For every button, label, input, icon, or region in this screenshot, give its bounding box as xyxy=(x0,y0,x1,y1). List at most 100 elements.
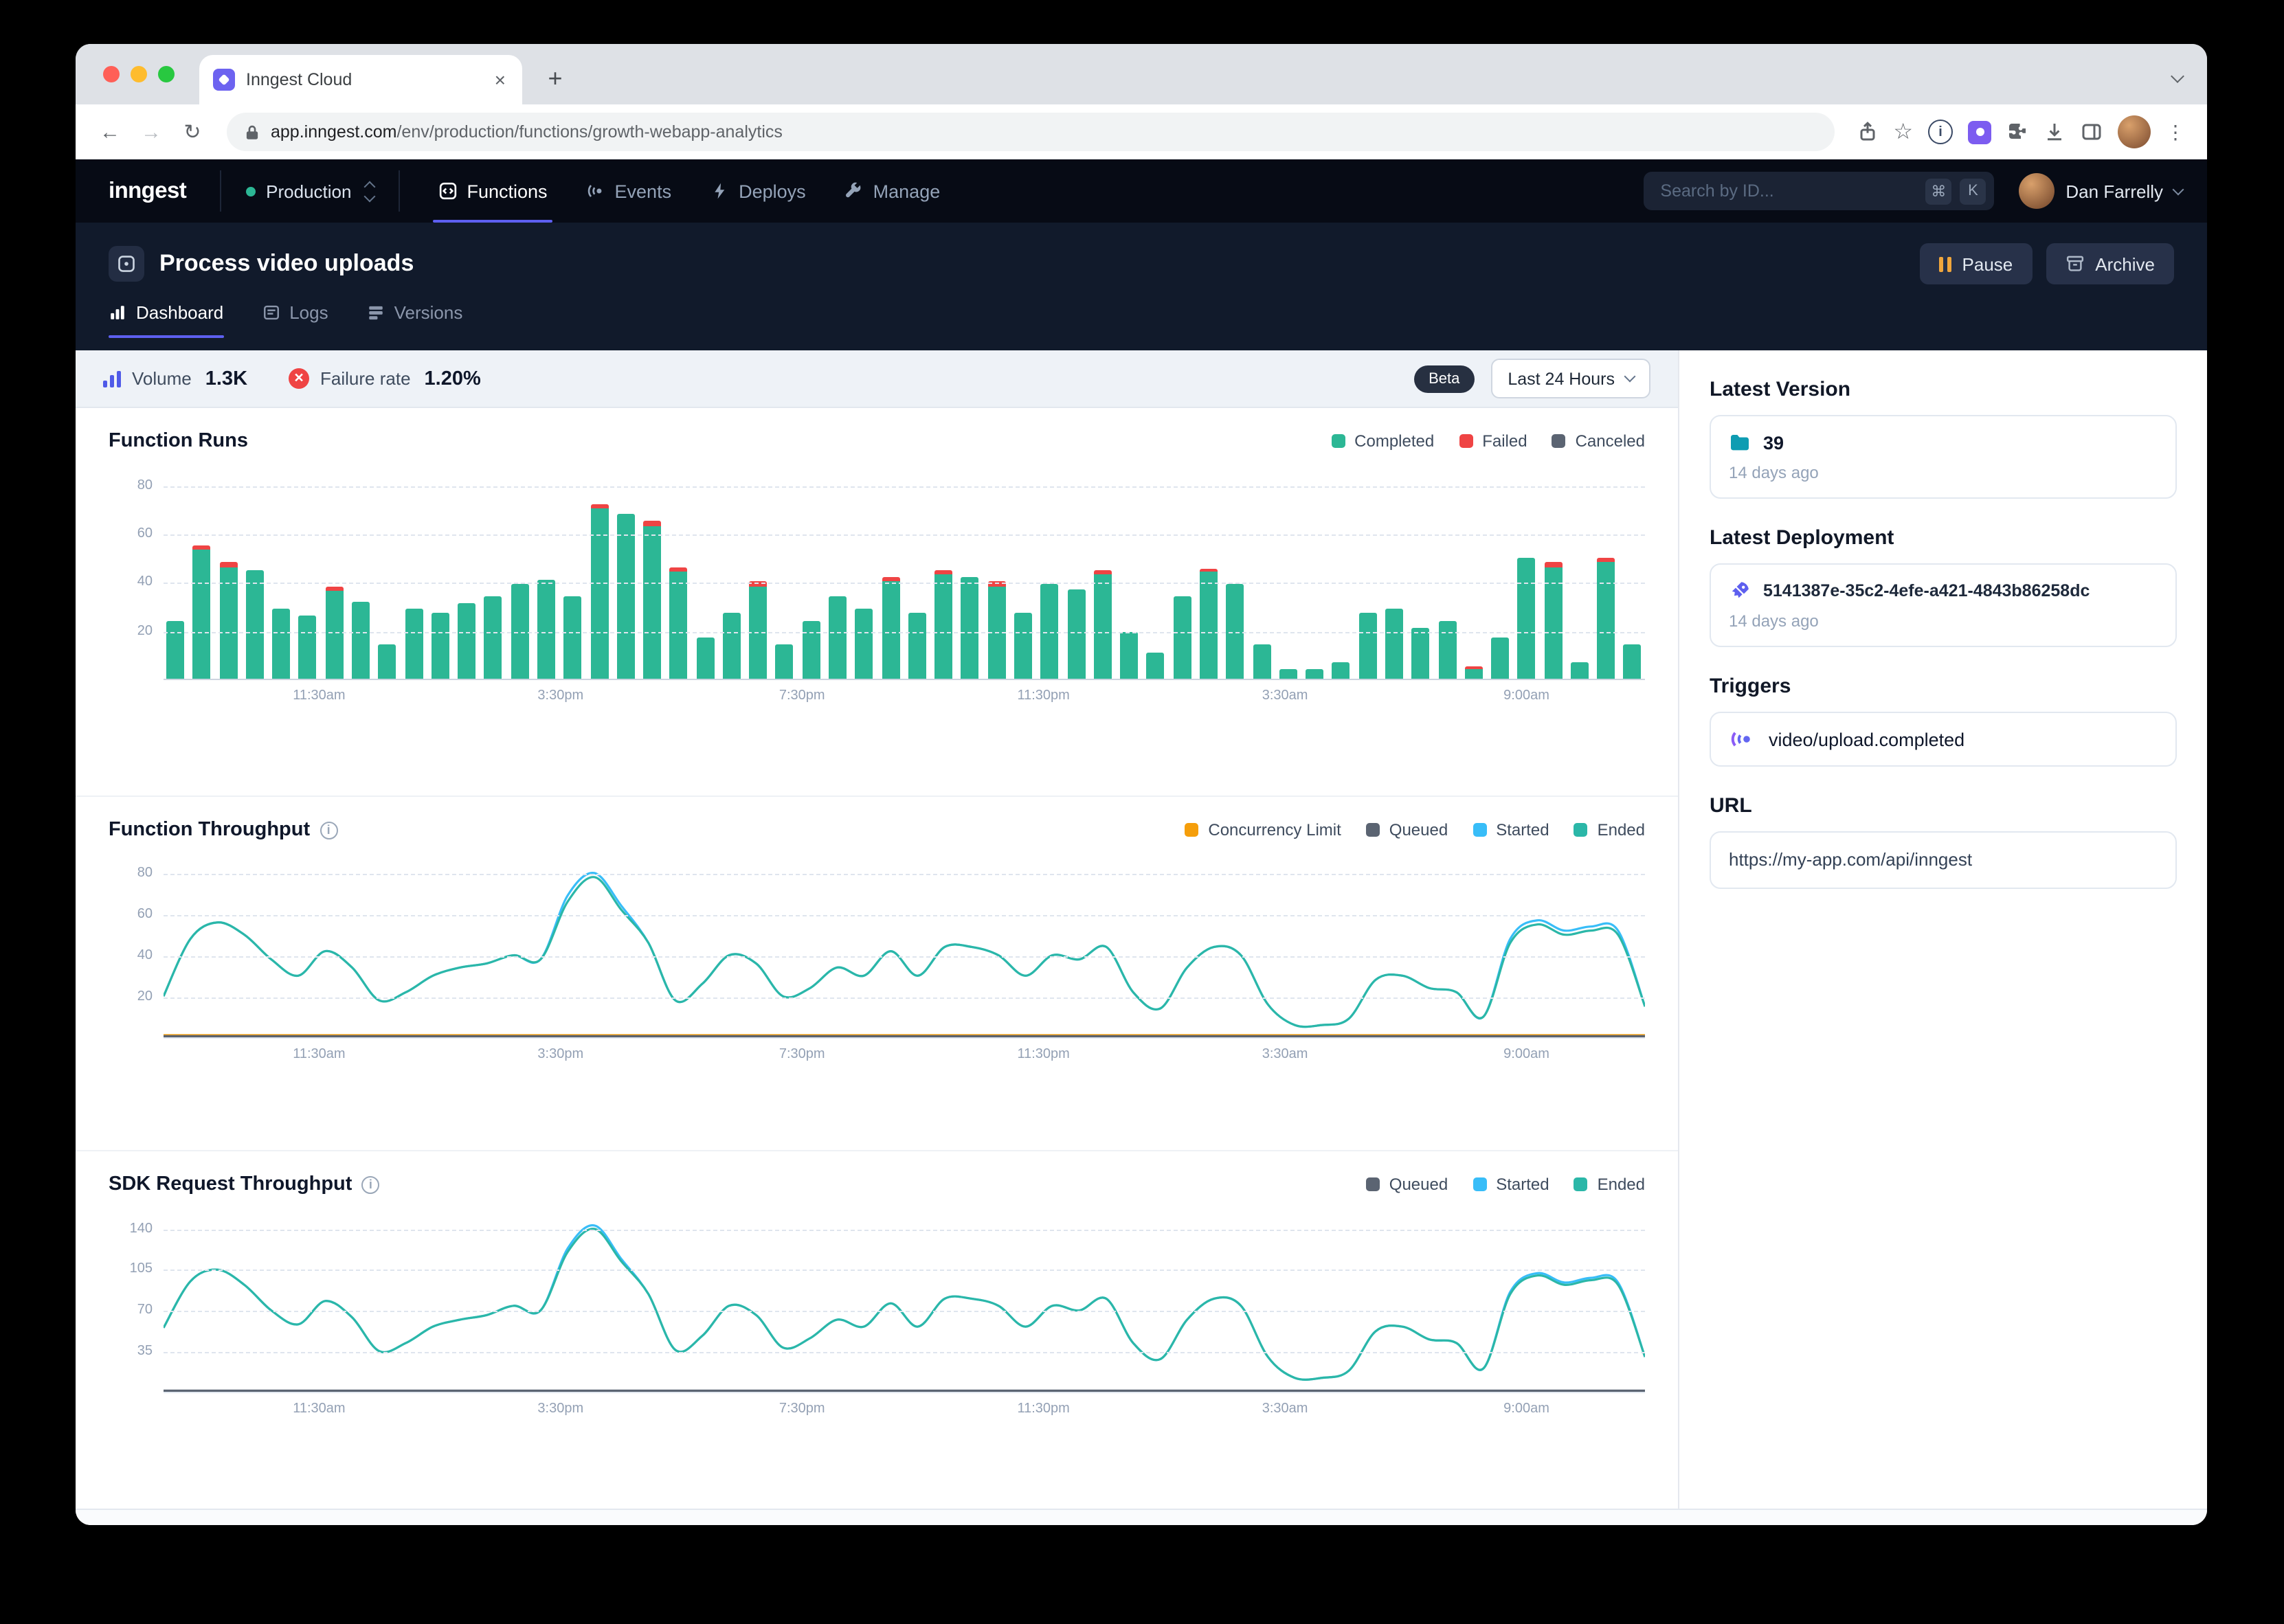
nav-item-functions[interactable]: Functions xyxy=(418,159,566,223)
tab-versions[interactable]: Versions xyxy=(367,302,463,338)
x-axis-label: 3:30pm xyxy=(537,688,583,703)
beta-badge: Beta xyxy=(1413,365,1475,392)
x-axis-label: 11:30pm xyxy=(1017,1401,1069,1417)
nav-item-deploys[interactable]: Deploys xyxy=(691,159,825,223)
legend-queued: Queued xyxy=(1366,820,1448,839)
version-number: 39 xyxy=(1763,432,1784,453)
throughput-legend: Concurrency Limit Queued Started Ended xyxy=(1185,820,1645,839)
series-started xyxy=(164,873,1645,1027)
function-runs-chart: Function Runs Completed Failed Canceled … xyxy=(76,408,1678,782)
close-window-button[interactable] xyxy=(103,66,120,82)
volume-icon xyxy=(103,370,121,387)
x-axis-label: 11:30am xyxy=(293,1401,345,1417)
back-icon[interactable]: ← xyxy=(92,114,128,150)
environment-selector[interactable]: Production xyxy=(221,159,398,223)
latest-deployment-section: Latest Deployment 5141387e-35c2-4efe-a42… xyxy=(1710,526,2177,647)
legend-started: Started xyxy=(1473,1175,1549,1194)
user-menu[interactable]: Dan Farrelly xyxy=(2013,159,2207,223)
y-axis-label: 60 xyxy=(109,906,153,921)
maximize-window-button[interactable] xyxy=(158,66,175,82)
bookmark-star-icon[interactable]: ☆ xyxy=(1893,118,1913,146)
forward-icon[interactable]: → xyxy=(133,114,169,150)
y-axis-label: 35 xyxy=(109,1344,153,1359)
pause-icon xyxy=(1940,256,1951,271)
legend-completed: Completed xyxy=(1331,431,1434,451)
minimize-window-button[interactable] xyxy=(131,66,147,82)
run-bar xyxy=(1411,628,1429,679)
latest-deployment-card: 5141387e-35c2-4efe-a421-4843b86258dc 14 … xyxy=(1710,563,2177,647)
run-bar xyxy=(961,577,979,679)
nav-label: Deploys xyxy=(739,181,806,201)
info-icon[interactable]: i xyxy=(361,1175,379,1193)
new-tab-button[interactable]: + xyxy=(536,59,574,98)
pause-label: Pause xyxy=(1962,253,2013,274)
rocket-icon xyxy=(1729,580,1751,602)
run-bar xyxy=(166,620,184,679)
x-axis-label: 7:30pm xyxy=(779,688,825,703)
run-bar xyxy=(1491,638,1509,679)
run-bar xyxy=(723,613,741,679)
logs-icon xyxy=(262,304,280,322)
next-section-strip xyxy=(76,1509,2207,1525)
extension-purple-icon[interactable] xyxy=(1968,120,1991,144)
y-axis-label: 80 xyxy=(109,865,153,880)
run-bar xyxy=(246,569,264,679)
extensions-puzzle-icon[interactable] xyxy=(2006,121,2028,143)
share-icon[interactable] xyxy=(1856,121,1878,143)
gridline xyxy=(164,956,1645,958)
run-bar xyxy=(829,596,847,679)
reload-icon[interactable]: ↻ xyxy=(175,114,210,150)
browser-tab[interactable]: Inngest Cloud × xyxy=(199,55,522,104)
extension-info-icon[interactable]: i xyxy=(1928,120,1953,144)
archive-button[interactable]: Archive xyxy=(2046,243,2174,284)
search-input[interactable] xyxy=(1657,180,1917,202)
tab-list-chevron-icon[interactable] xyxy=(2173,63,2182,88)
downloads-icon[interactable] xyxy=(2044,121,2065,143)
latest-version-heading: Latest Version xyxy=(1710,378,2177,401)
gridline xyxy=(164,997,1645,999)
run-bar xyxy=(484,596,502,679)
nav-item-manage[interactable]: Manage xyxy=(825,159,960,223)
profile-avatar[interactable] xyxy=(2118,115,2151,148)
k-keycap: K xyxy=(1960,178,1986,204)
run-bar xyxy=(776,645,794,679)
lock-icon xyxy=(243,123,261,141)
run-bar xyxy=(272,609,290,679)
tab-close-icon[interactable]: × xyxy=(492,67,508,92)
search-box[interactable]: ⌘ K xyxy=(1644,172,1994,210)
deployment-hash: 5141387e-35c2-4efe-a421-4843b86258dc xyxy=(1763,581,2090,600)
url-heading: URL xyxy=(1710,794,2177,817)
info-icon[interactable]: i xyxy=(320,821,337,839)
archive-label: Archive xyxy=(2095,253,2155,274)
run-bar xyxy=(882,577,899,679)
inngest-favicon-icon xyxy=(213,69,235,91)
sdk-lines xyxy=(164,1217,1645,1392)
volume-stat: Volume 1.3K xyxy=(103,368,247,390)
trigger-event-name: video/upload.completed xyxy=(1769,729,1964,749)
tab-logs[interactable]: Logs xyxy=(262,302,328,338)
y-axis-label: 60 xyxy=(109,526,153,541)
run-bar xyxy=(1200,569,1218,679)
x-axis-label: 9:00am xyxy=(1503,688,1549,703)
tab-dashboard[interactable]: Dashboard xyxy=(109,302,223,338)
pause-button[interactable]: Pause xyxy=(1921,243,2033,284)
chart-title: SDK Request Throughput i xyxy=(109,1173,379,1195)
url-text: app.inngest.com/env/production/functions… xyxy=(271,122,783,142)
menu-kebab-icon[interactable]: ⋮ xyxy=(2166,120,2185,144)
address-bar[interactable]: app.inngest.com/env/production/functions… xyxy=(227,113,1834,151)
sidebar-panel-icon[interactable] xyxy=(2081,121,2103,143)
run-bar xyxy=(1624,645,1642,679)
tab-label: Dashboard xyxy=(136,302,223,323)
screen: Inngest Cloud × + ← → ↻ app.inngest.com/… xyxy=(0,0,2284,1624)
events-icon xyxy=(586,181,605,201)
y-axis-label: 80 xyxy=(109,478,153,493)
time-range-dropdown[interactable]: Last 24 Hours xyxy=(1491,359,1650,398)
sdk-throughput-chart: SDK Request Throughput i Queued Started … xyxy=(76,1150,1678,1493)
divider xyxy=(398,170,399,212)
failure-icon: ✕ xyxy=(289,368,309,389)
inngest-logo[interactable]: inngest xyxy=(76,159,219,223)
event-trigger-icon xyxy=(1729,728,1756,750)
nav-item-events[interactable]: Events xyxy=(567,159,691,223)
series-ended xyxy=(164,877,1645,1027)
gridline xyxy=(164,1352,1645,1353)
